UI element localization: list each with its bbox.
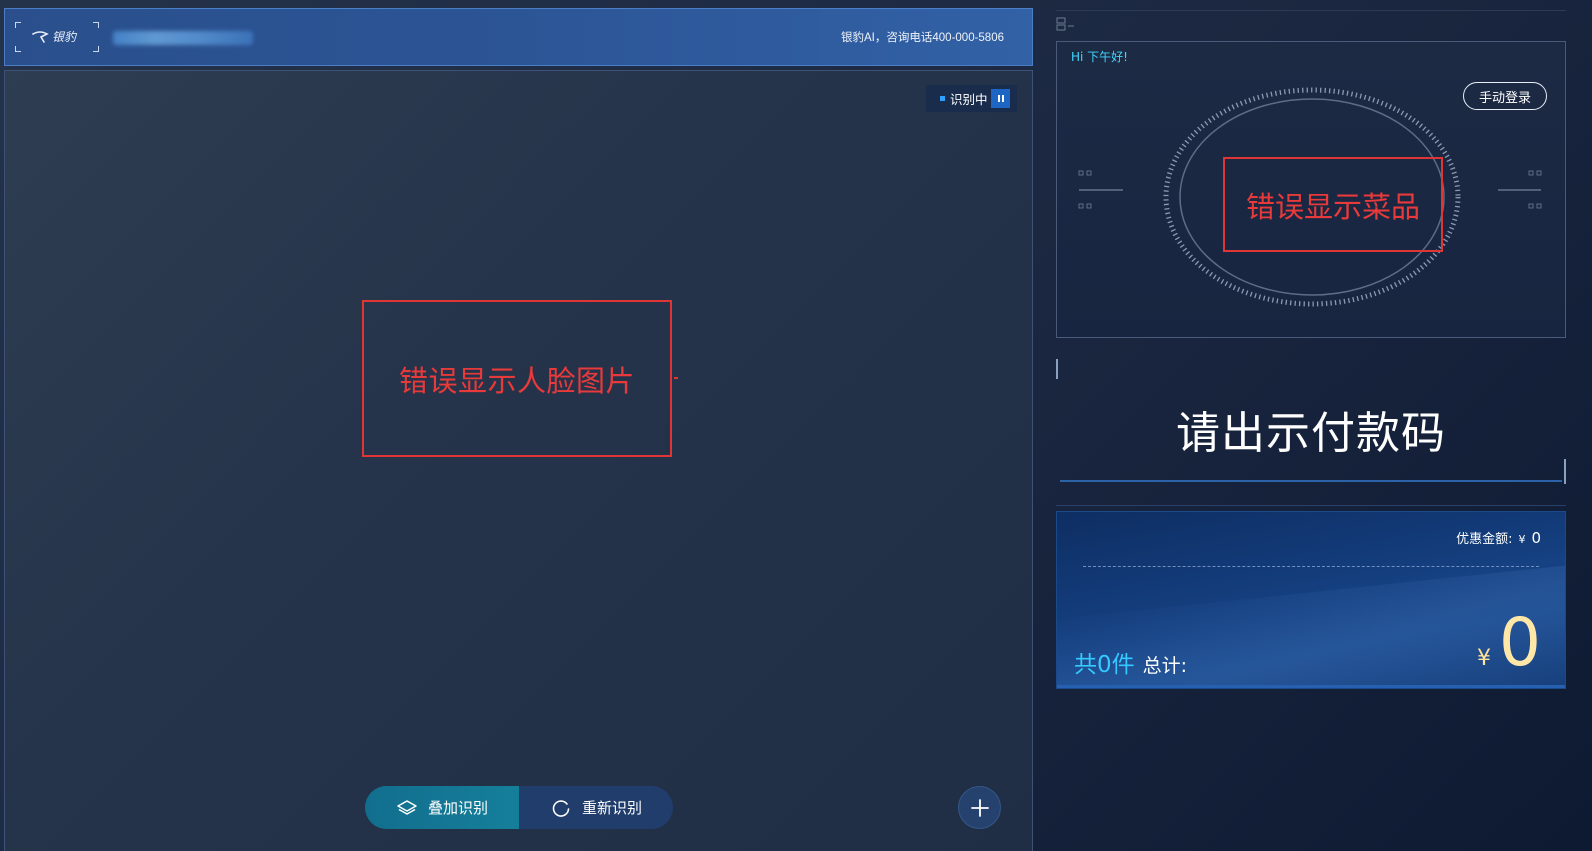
layers-icon [397, 799, 417, 815]
manual-login-button[interactable]: 手动登录 [1463, 82, 1547, 110]
support-info: 银豹AI，咨询电话400-000-5806 [841, 32, 1004, 44]
item-count-row: 共0件 总计: [1074, 645, 1187, 679]
total-value: 0 [1499, 604, 1541, 681]
total-currency: ¥ [1477, 646, 1491, 671]
status-dot-icon [940, 96, 945, 101]
top-header: 银豹 银豹AI，咨询电话400-000-5806 [4, 8, 1033, 66]
logo-icon [32, 30, 49, 43]
payment-prompt-panel: 请出示付款码 [1056, 359, 1566, 484]
add-recognition-label: 叠加识别 [427, 799, 488, 817]
logo-text: 银豹 [52, 30, 77, 44]
brand-logo: 银豹 [15, 22, 99, 52]
annotation-face-box: 错误显示人脸图片 [362, 300, 672, 457]
recognition-status: 识别中 [926, 85, 1017, 112]
discount-value: 0 [1531, 529, 1541, 547]
annotation-dish-box: 错误显示菜品 [1223, 157, 1443, 252]
store-name-redacted [113, 31, 253, 45]
re-recognition-button[interactable]: 重新识别 [519, 786, 673, 829]
annotation-dish-text: 错误显示菜品 [1245, 189, 1420, 224]
payment-prompt-text: 请出示付款码 [1176, 408, 1446, 459]
greeting-panel: Hi 下午好! 手动登录 错误显示菜品 [1056, 41, 1566, 338]
add-button[interactable] [958, 786, 1001, 829]
total-amount: ¥ 0 [1477, 610, 1541, 676]
discount-label: 优惠金额: [1456, 532, 1513, 547]
recognition-button-group: 叠加识别 重新识别 [365, 786, 673, 829]
add-recognition-button[interactable]: 叠加识别 [365, 786, 519, 829]
annotation-face-text: 错误显示人脸图片 [398, 363, 635, 398]
discount-currency: ¥ [1518, 533, 1526, 546]
greeting-text: Hi 下午好! [1071, 50, 1128, 64]
divider [1083, 566, 1539, 567]
camera-view: 识别中 错误显示人脸图片 叠加识别 重新识别 [4, 70, 1033, 851]
order-summary-panel: 优惠金额: ¥ 0 共0件 总计: ¥ 0 [1056, 511, 1566, 689]
plus-icon [970, 798, 989, 817]
status-text: 识别中 [950, 92, 988, 107]
total-label: 总计: [1142, 655, 1188, 677]
discount-row: 优惠金额: ¥ 0 [1456, 528, 1541, 547]
refresh-icon [552, 799, 570, 817]
pause-button[interactable] [991, 89, 1010, 108]
re-recognition-label: 重新识别 [581, 799, 642, 817]
pause-icon [997, 95, 1000, 102]
item-count: 共0件 [1074, 652, 1135, 678]
small-device-icon [1056, 17, 1074, 31]
